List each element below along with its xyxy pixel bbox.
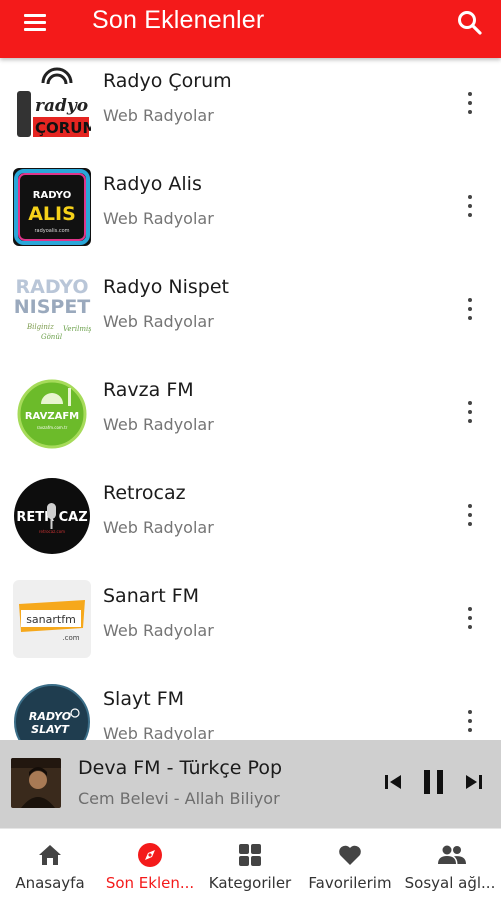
station-row[interactable]: RADYO SLAYT Slayt FM Web Radyolar	[0, 676, 501, 740]
nav-label: Favorilerim	[308, 874, 392, 892]
more-options-icon[interactable]	[460, 90, 480, 116]
station-category: Web Radyolar	[103, 415, 214, 434]
nav-label: Anasayfa	[15, 874, 85, 892]
more-options-icon[interactable]	[460, 296, 480, 322]
more-options-icon[interactable]	[460, 399, 480, 425]
nav-label: Sosyal ağl...	[404, 874, 496, 892]
station-name: Radyo Çorum	[103, 70, 232, 92]
svg-text:Bilginiz: Bilginiz	[26, 323, 54, 331]
people-icon	[437, 842, 466, 868]
compass-icon	[137, 842, 163, 868]
station-logo: RADYO SLAYT	[13, 683, 91, 740]
bottom-navigation: Anasayfa Son Eklen... Kategoriler Favori…	[0, 828, 501, 900]
station-name: Slayt FM	[103, 688, 185, 710]
pause-icon[interactable]	[422, 769, 446, 800]
now-playing-subtitle: Cem Belevi - Allah Biliyor	[78, 789, 280, 808]
grid-icon	[237, 842, 263, 868]
svg-text:RAVZAFM: RAVZAFM	[25, 411, 79, 422]
station-row[interactable]: RADYO ALIS radyoalis.com Radyo Alis Web …	[0, 161, 501, 264]
station-category: Web Radyolar	[103, 724, 214, 740]
svg-text:ravzafm.com.tr: ravzafm.com.tr	[37, 425, 68, 430]
station-logo: RAVZAFM ravzafm.com.tr	[13, 374, 91, 452]
station-row[interactable]: RADYO NISPET Bilginiz Verilmiş Gönül Rad…	[0, 264, 501, 367]
nav-item-home[interactable]: Anasayfa	[0, 829, 100, 900]
station-list: radyo ÇORUM Radyo Çorum Web Radyolar RAD…	[0, 58, 501, 740]
svg-text:.com: .com	[62, 634, 79, 642]
station-category: Web Radyolar	[103, 106, 214, 125]
nav-item-social[interactable]: Sosyal ağl...	[400, 829, 500, 900]
svg-text:retrocaz.com: retrocaz.com	[39, 529, 65, 534]
station-logo: RADYO NISPET Bilginiz Verilmiş Gönül	[13, 271, 91, 349]
nav-item-recently-added[interactable]: Son Eklen...	[100, 829, 200, 900]
station-category: Web Radyolar	[103, 518, 214, 537]
station-name: Sanart FM	[103, 585, 200, 607]
nav-item-categories[interactable]: Kategoriler	[200, 829, 300, 900]
station-category: Web Radyolar	[103, 312, 214, 331]
svg-text:ÇORUM: ÇORUM	[35, 119, 91, 137]
search-icon[interactable]	[455, 8, 485, 38]
svg-text:sanartfm: sanartfm	[26, 613, 76, 626]
page-title: Son Eklenenler	[92, 6, 265, 34]
station-row[interactable]: RETR CAZ retrocaz.com Retrocaz Web Radyo…	[0, 470, 501, 573]
station-row[interactable]: sanartfm .com Sanart FM Web Radyolar	[0, 573, 501, 676]
station-row[interactable]: RAVZAFM ravzafm.com.tr Ravza FM Web Rady…	[0, 367, 501, 470]
station-name: Retrocaz	[103, 482, 186, 504]
svg-text:RADYO: RADYO	[33, 190, 71, 201]
nav-label: Son Eklen...	[105, 874, 195, 892]
home-icon	[37, 842, 63, 868]
skip-previous-icon[interactable]	[383, 772, 403, 797]
station-row[interactable]: radyo ÇORUM Radyo Çorum Web Radyolar	[0, 58, 501, 161]
hamburger-menu-icon[interactable]	[18, 10, 52, 36]
station-category: Web Radyolar	[103, 621, 214, 640]
svg-text:RADYO: RADYO	[16, 276, 89, 298]
station-logo: RADYO ALIS radyoalis.com	[13, 168, 91, 246]
station-name: Radyo Nispet	[103, 276, 229, 298]
station-logo: radyo ÇORUM	[13, 65, 91, 143]
svg-text:radyo: radyo	[35, 96, 88, 116]
svg-text:NISPET: NISPET	[14, 296, 91, 318]
svg-text:SLAYT: SLAYT	[31, 723, 70, 736]
more-options-icon[interactable]	[460, 605, 480, 631]
mini-player[interactable]: Deva FM - Türkçe Pop Cem Belevi - Allah …	[0, 740, 501, 828]
svg-text:RADYO: RADYO	[29, 710, 71, 723]
album-cover	[11, 758, 61, 808]
nav-item-favorites[interactable]: Favorilerim	[300, 829, 400, 900]
svg-text:radyoalis.com: radyoalis.com	[34, 228, 69, 234]
station-category: Web Radyolar	[103, 209, 214, 228]
more-options-icon[interactable]	[460, 502, 480, 528]
nav-label: Kategoriler	[208, 874, 292, 892]
svg-text:Verilmiş: Verilmiş	[63, 325, 91, 333]
svg-text:Gönül: Gönül	[41, 333, 62, 341]
more-options-icon[interactable]	[460, 193, 480, 219]
svg-text:ALIS: ALIS	[28, 203, 76, 225]
now-playing-title: Deva FM - Türkçe Pop	[78, 757, 282, 779]
station-logo: sanartfm .com	[13, 580, 91, 658]
station-logo: RETR CAZ retrocaz.com	[13, 477, 91, 555]
station-name: Radyo Alis	[103, 173, 202, 195]
more-options-icon[interactable]	[460, 708, 480, 734]
skip-next-icon[interactable]	[464, 772, 484, 797]
heart-icon	[337, 842, 363, 868]
station-name: Ravza FM	[103, 379, 194, 401]
app-bar: Son Eklenenler	[0, 0, 501, 58]
